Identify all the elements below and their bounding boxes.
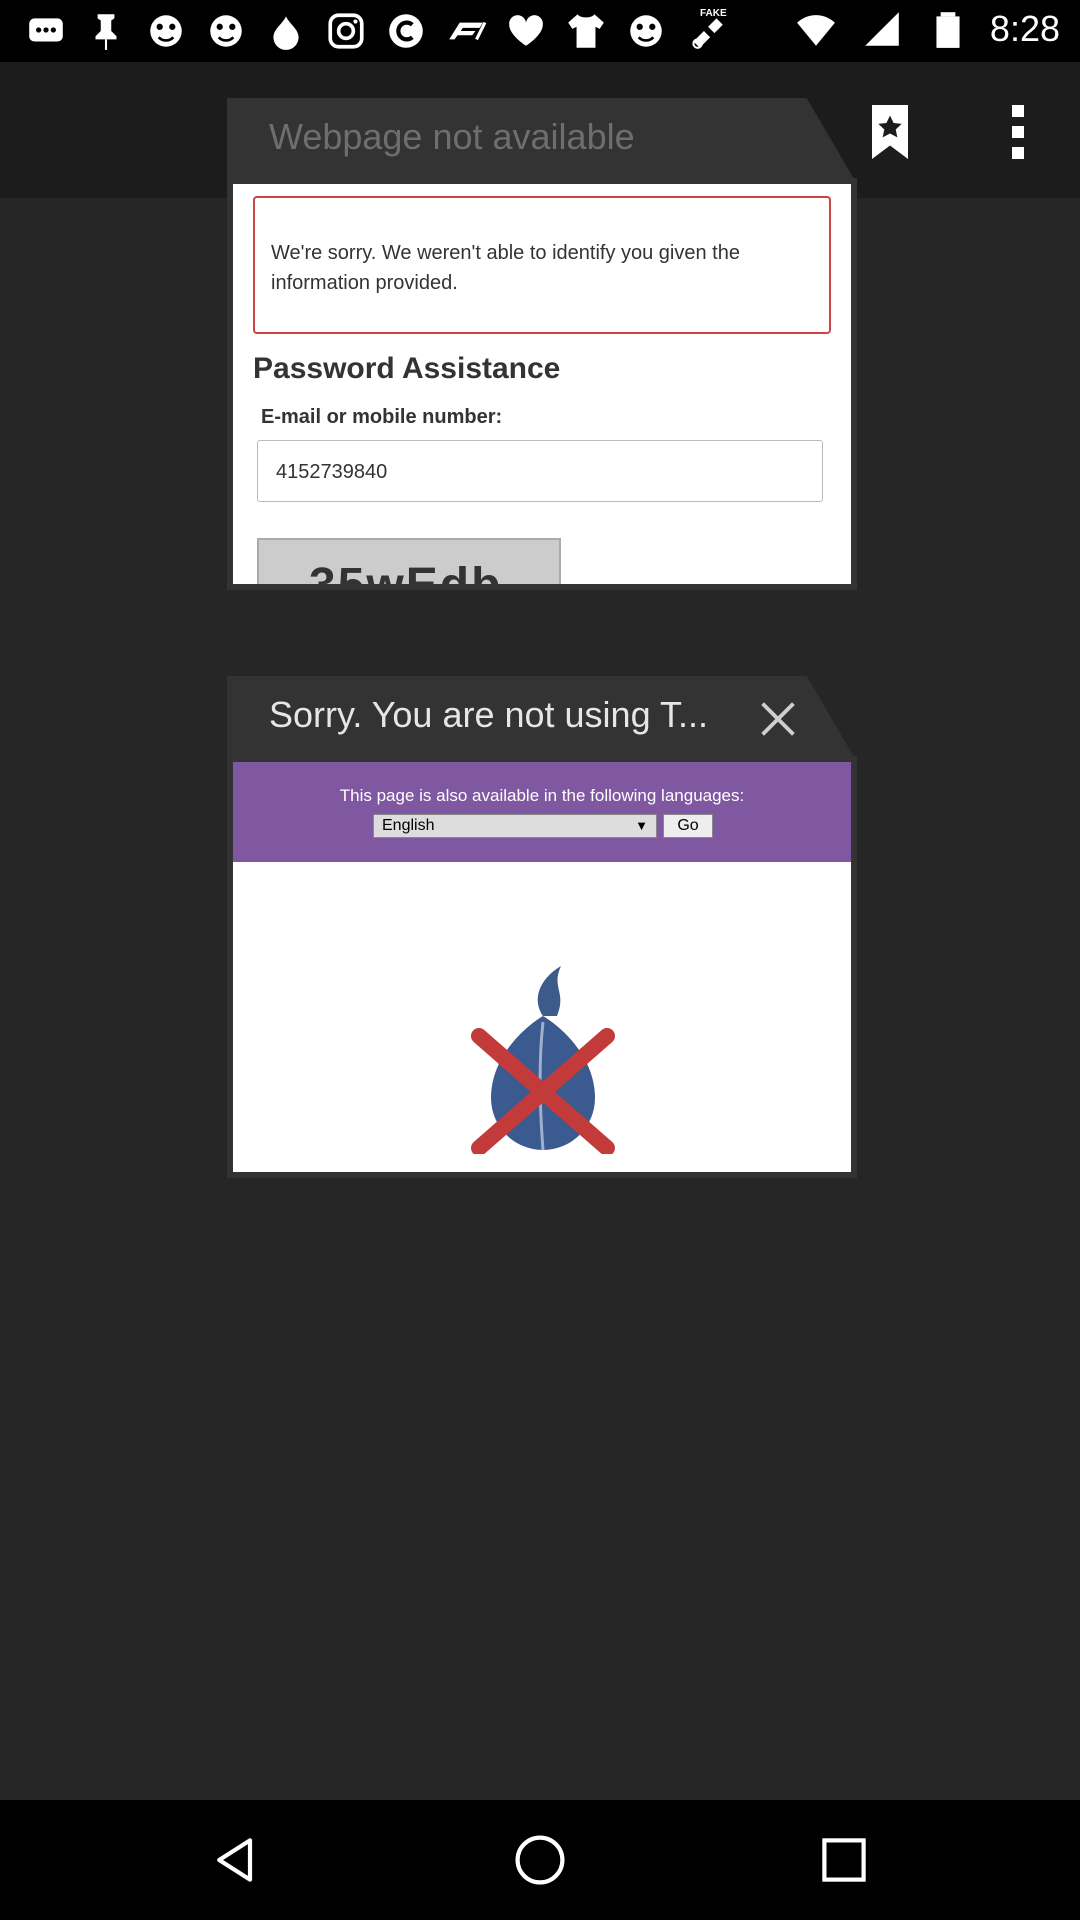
- go-button: Go: [663, 814, 713, 838]
- language-banner-text: This page is also available in the follo…: [339, 786, 745, 805]
- home-icon: [515, 1835, 565, 1885]
- tor-not-detected-icon: [471, 966, 615, 1154]
- tab-preview[interactable]: This page is also available in the follo…: [233, 762, 851, 1172]
- signal-icon: [858, 6, 906, 52]
- tab-title: Sorry. You are not using T...: [269, 694, 708, 735]
- more-options-button[interactable]: [978, 92, 1058, 172]
- tab-header[interactable]: Webpage not available: [227, 98, 857, 184]
- shirt-icon: [562, 8, 610, 54]
- error-alert-box: We're sorry. We weren't able to identify…: [253, 196, 831, 334]
- page-heading: Password Assistance: [253, 352, 561, 385]
- fake-label: FAKE: [700, 8, 727, 19]
- home-button[interactable]: [500, 1820, 580, 1900]
- c-app-icon: [382, 8, 430, 54]
- bookmarks-button[interactable]: [850, 92, 930, 172]
- tab-title: Webpage not available: [269, 116, 635, 157]
- wifi-icon: [792, 6, 840, 52]
- language-banner: This page is also available in the follo…: [233, 762, 851, 862]
- messages-icon: [22, 8, 70, 54]
- clock: 8:28: [989, 8, 1060, 49]
- system-navigation-bar: [0, 1800, 1080, 1920]
- battery-icon: [924, 6, 972, 52]
- game-controller-icon: [142, 8, 190, 54]
- tab-card-webpage-not-available[interactable]: Webpage not available We're sorry. We we…: [227, 98, 857, 598]
- heart-icon: [502, 8, 550, 54]
- pin-icon: [82, 8, 130, 54]
- close-icon: [761, 702, 795, 736]
- language-select-value: English: [382, 817, 435, 834]
- recents-button[interactable]: [804, 1820, 884, 1900]
- tab-header[interactable]: Sorry. You are not using T...: [227, 676, 857, 762]
- email-field-label: E-mail or mobile number:: [261, 406, 503, 428]
- tab-preview[interactable]: We're sorry. We weren't able to identify…: [233, 184, 851, 584]
- instagram-icon: [322, 8, 370, 54]
- back-icon: [217, 1838, 253, 1882]
- recents-icon: [822, 1838, 866, 1882]
- alert-message: We're sorry. We weren't able to identify…: [271, 242, 740, 294]
- more-options-icon: [1012, 105, 1024, 159]
- game-controller-icon: [202, 8, 250, 54]
- status-bar: FAKE 8:28: [0, 0, 1080, 62]
- captcha-image: 35wEdb: [257, 538, 561, 584]
- close-tab-button[interactable]: [751, 692, 805, 746]
- notification-icons: FAKE: [22, 8, 730, 54]
- language-select: English ▼: [373, 814, 657, 838]
- controller-icon: [622, 8, 670, 54]
- dropdown-arrow-icon: ▼: [635, 818, 648, 833]
- tab-card-tor-check[interactable]: Sorry. You are not using T... This page …: [227, 676, 857, 1176]
- email-field: 4152739840: [257, 440, 823, 502]
- captcha-text: 35wEdb: [309, 558, 502, 584]
- bookmarks-icon: [872, 105, 908, 159]
- onion-icon: [262, 8, 310, 54]
- f1-icon: [442, 8, 490, 54]
- fake-gps-icon: FAKE: [682, 8, 730, 54]
- back-button[interactable]: [196, 1820, 276, 1900]
